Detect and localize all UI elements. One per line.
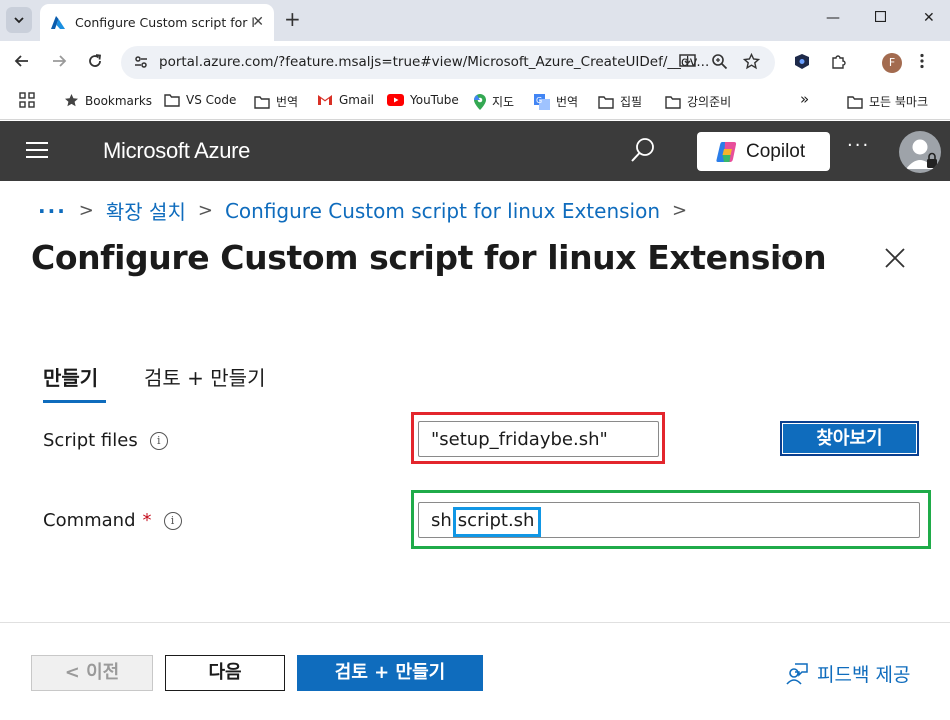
bookmark-item[interactable]: 지도 — [474, 93, 514, 110]
required-marker: * — [142, 510, 152, 531]
translate-icon: G — [534, 93, 550, 110]
chevron-right-icon: > — [78, 200, 94, 221]
browser-tab[interactable]: Configure Custom script for lin ✕ — [40, 4, 274, 41]
title-more-icon[interactable]: ··· — [777, 246, 800, 267]
bookmark-item[interactable]: 집필 — [598, 93, 642, 110]
maps-icon — [474, 93, 486, 110]
all-bookmarks-item[interactable]: 모든 북마크 — [847, 93, 928, 110]
folder-icon — [254, 95, 270, 109]
maximize-icon[interactable] — [874, 10, 887, 26]
breadcrumb-item-configure[interactable]: Configure Custom script for linux Extens… — [225, 199, 660, 223]
browser-menu-icon[interactable] — [920, 53, 924, 73]
bookmark-star-icon[interactable] — [742, 52, 761, 74]
bookmark-item[interactable]: G 번역 — [534, 93, 578, 110]
tab-create[interactable]: 만들기 — [43, 362, 98, 391]
folder-icon — [598, 95, 614, 109]
feedback-person-icon — [786, 662, 808, 685]
breadcrumb: ··· > 확장 설치 > Configure Custom script fo… — [38, 196, 699, 225]
zoom-icon[interactable] — [711, 53, 728, 74]
forward-arrow-icon[interactable] — [51, 53, 67, 73]
bookmark-item[interactable]: VS Code — [164, 93, 236, 107]
azure-brand[interactable]: Microsoft Azure — [103, 138, 250, 164]
extension-shield-icon[interactable] — [794, 53, 810, 74]
azure-logo-icon — [51, 15, 65, 29]
copilot-icon — [716, 141, 737, 162]
copilot-button[interactable]: Copilot — [697, 132, 830, 171]
next-button[interactable]: 다음 — [165, 655, 285, 691]
highlight-box-blue — [453, 507, 541, 537]
tab-close-icon[interactable]: ✕ — [252, 14, 264, 30]
tab-review-create[interactable]: 검토 + 만들기 — [144, 362, 265, 391]
chevron-right-icon: > — [672, 200, 688, 221]
browse-button[interactable]: 찾아보기 — [780, 421, 919, 456]
browser-tab-strip: Configure Custom script for lin ✕ + — ✕ — [0, 0, 950, 41]
breadcrumb-item-extension-install[interactable]: 확장 설치 — [106, 196, 186, 225]
review-create-button[interactable]: 검토 + 만들기 — [297, 655, 483, 691]
info-icon[interactable]: i — [163, 511, 182, 530]
folder-icon — [164, 93, 180, 107]
user-avatar[interactable] — [899, 131, 941, 173]
hamburger-menu-icon[interactable] — [26, 142, 48, 163]
chevron-right-icon: > — [197, 200, 213, 221]
youtube-icon — [387, 94, 404, 106]
browser-toolbar: portal.azure.com/?feature.msaljs=true#vi… — [0, 41, 950, 84]
minimize-icon[interactable]: — — [826, 10, 840, 26]
feedback-link[interactable]: 피드백 제공 — [785, 660, 910, 687]
address-bar[interactable]: portal.azure.com/?feature.msaljs=true#vi… — [121, 46, 775, 79]
bookmark-item[interactable]: Gmail — [317, 93, 374, 107]
site-settings-icon[interactable] — [133, 54, 149, 70]
bookmark-item[interactable]: Bookmarks — [64, 93, 152, 108]
active-tab-indicator — [43, 400, 106, 403]
folder-icon — [847, 95, 863, 109]
script-files-input[interactable]: "setup_fridaybe.sh" — [418, 421, 659, 457]
new-tab-button[interactable]: + — [284, 9, 301, 29]
apps-grid-icon[interactable] — [19, 92, 35, 108]
bookmark-item[interactable]: 번역 — [254, 93, 298, 110]
search-icon[interactable] — [630, 137, 656, 167]
copilot-label: Copilot — [746, 140, 806, 162]
bookmarks-overflow-button[interactable]: » — [800, 90, 809, 108]
gmail-icon — [317, 94, 333, 106]
chevron-down-icon — [14, 17, 24, 24]
tab-search-button[interactable] — [6, 7, 32, 33]
bookmark-item[interactable]: YouTube — [387, 93, 459, 107]
breadcrumb-overflow-button[interactable]: ··· — [38, 199, 67, 223]
command-label: Command * i — [43, 510, 182, 531]
tab-title: Configure Custom script for lin — [75, 15, 255, 30]
more-options-icon[interactable]: ··· — [847, 135, 870, 156]
page-title: Configure Custom script for linux Extens… — [31, 238, 827, 277]
folder-icon — [665, 95, 681, 109]
reload-icon[interactable] — [87, 53, 103, 73]
script-files-label: Script files i — [43, 430, 168, 451]
info-icon[interactable]: i — [149, 431, 168, 450]
azure-top-bar: Microsoft Azure Copilot ··· — [0, 121, 950, 181]
command-prefix: sh — [431, 509, 452, 531]
back-arrow-icon[interactable] — [14, 53, 30, 73]
wizard-tabs: 만들기 검토 + 만들기 — [43, 362, 443, 404]
window-close-icon[interactable]: ✕ — [923, 10, 935, 26]
install-app-icon[interactable] — [679, 53, 696, 74]
footer-divider — [0, 622, 950, 623]
profile-avatar[interactable]: F — [882, 53, 902, 73]
previous-button[interactable]: < 이전 — [31, 655, 153, 691]
bookmarks-bar: Bookmarks VS Code 번역 Gmail YouTube 지도 G … — [0, 84, 950, 120]
extensions-puzzle-icon[interactable] — [830, 53, 847, 74]
star-icon — [64, 93, 79, 108]
bookmark-item[interactable]: 강의준비 — [665, 93, 731, 110]
url-text: portal.azure.com/?feature.msaljs=true#vi… — [159, 54, 710, 70]
close-icon[interactable] — [884, 247, 906, 273]
svg-text:G: G — [536, 96, 542, 105]
